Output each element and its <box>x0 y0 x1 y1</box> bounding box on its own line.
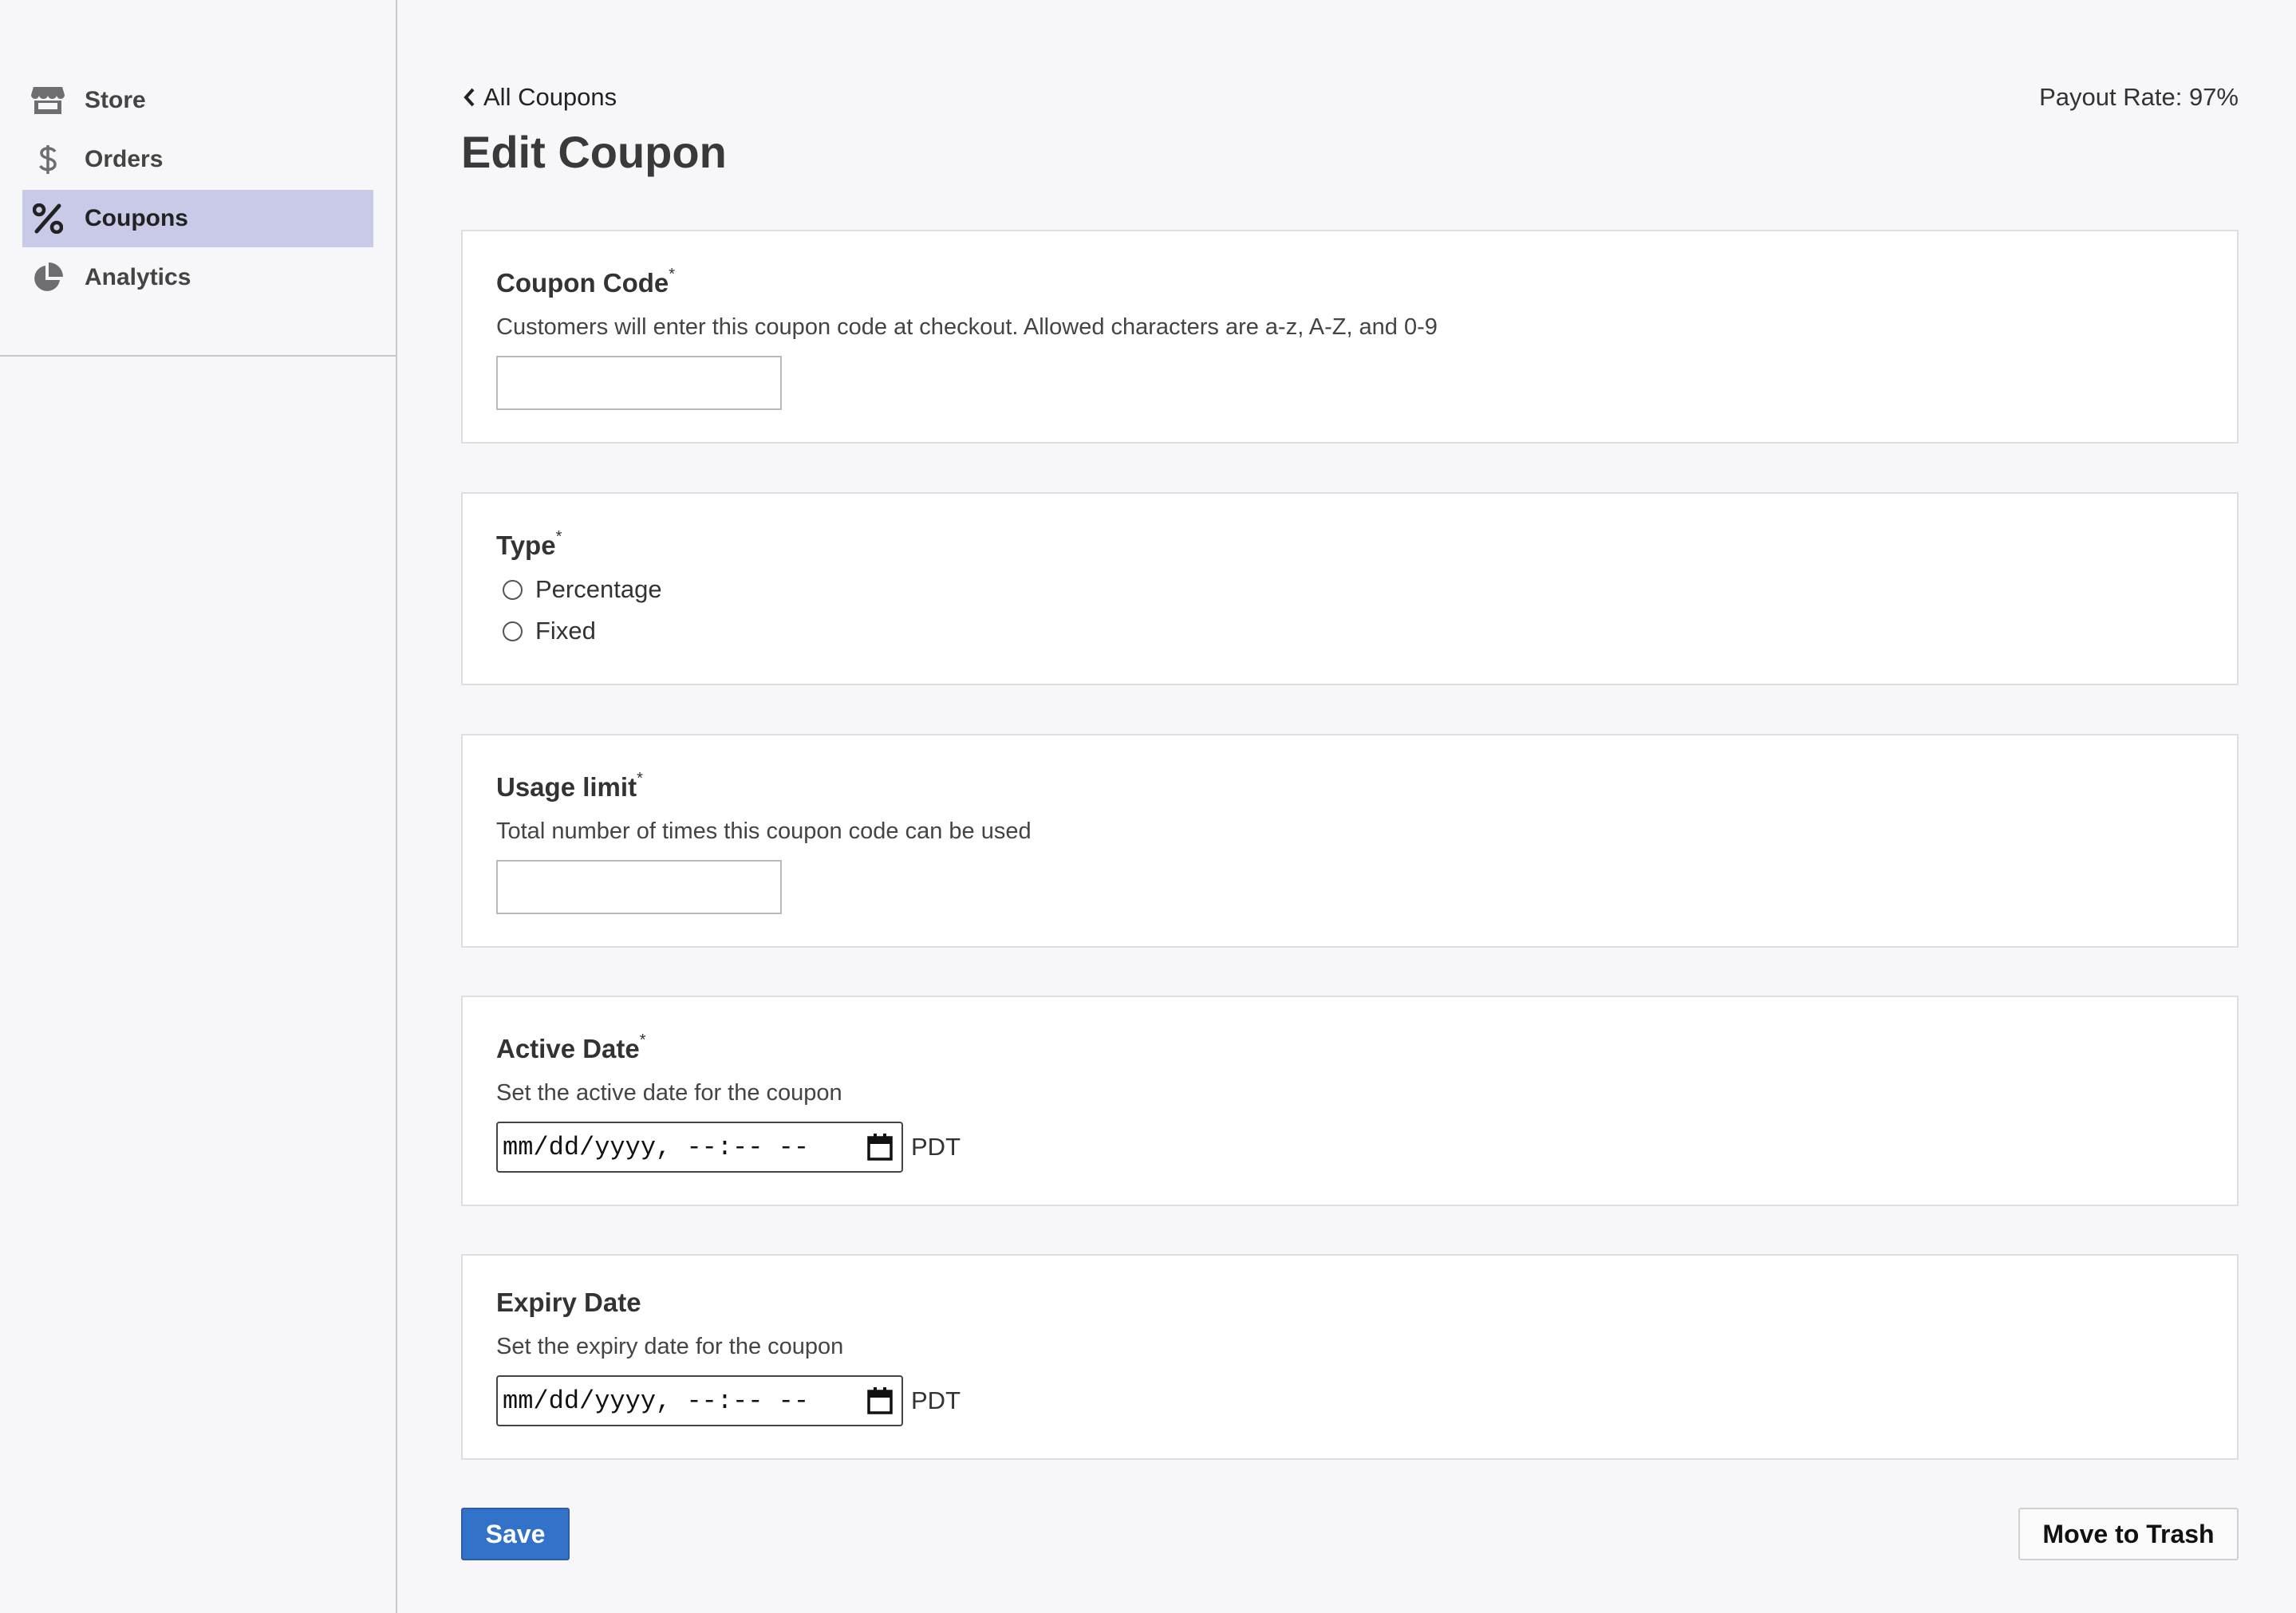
sidebar-item-label: Orders <box>85 146 164 172</box>
usage-limit-label: Usage limit* <box>496 770 643 802</box>
app-root: Store Orders Coupons Analytics All Coupo… <box>0 0 2296 1613</box>
active-date-description: Set the active date for the coupon <box>496 1080 842 1106</box>
expiry-date-card: Expiry Date Set the expiry date for the … <box>461 1254 2239 1460</box>
coupon-code-description: Customers will enter this coupon code at… <box>496 314 1438 340</box>
coupon-code-card: Coupon Code* Customers will enter this c… <box>461 230 2239 444</box>
move-to-trash-button[interactable]: Move to Trash <box>2018 1508 2239 1560</box>
required-marker: * <box>637 770 643 787</box>
usage-limit-description: Total number of times this coupon code c… <box>496 818 1032 844</box>
sidebar-item-label: Store <box>85 87 146 113</box>
back-link-label: All Coupons <box>483 83 617 111</box>
radio-percentage[interactable]: Percentage <box>503 575 662 604</box>
usage-limit-card: Usage limit* Total number of times this … <box>461 734 2239 948</box>
required-marker: * <box>555 528 562 546</box>
coupon-code-input[interactable] <box>496 356 782 410</box>
timezone-label: PDT <box>911 1133 961 1161</box>
payout-rate: Payout Rate: 97% <box>2039 83 2239 111</box>
calendar-icon[interactable] <box>866 1133 894 1161</box>
dollar-icon <box>30 142 65 177</box>
date-placeholder: mm/dd/yyyy, --:-- -- <box>503 1386 810 1416</box>
page-title: Edit Coupon <box>461 127 727 177</box>
date-placeholder: mm/dd/yyyy, --:-- -- <box>503 1132 810 1162</box>
usage-limit-input[interactable] <box>496 860 782 914</box>
chevron-left-icon <box>464 88 475 107</box>
radio-fixed[interactable]: Fixed <box>503 617 596 645</box>
back-link-all-coupons[interactable]: All Coupons <box>461 83 617 112</box>
required-marker: * <box>669 266 676 283</box>
sidebar-item-label: Analytics <box>85 264 191 290</box>
sidebar-divider <box>0 355 396 357</box>
save-button[interactable]: Save <box>461 1508 570 1560</box>
radio-button[interactable] <box>503 579 523 600</box>
active-date-input[interactable]: mm/dd/yyyy, --:-- -- <box>496 1122 903 1173</box>
radio-label: Fixed <box>535 617 596 645</box>
active-date-card: Active Date* Set the active date for the… <box>461 996 2239 1206</box>
radio-button[interactable] <box>503 621 523 641</box>
sidebar-item-store[interactable]: Store <box>22 72 373 129</box>
store-icon <box>30 83 65 118</box>
pie-chart-icon <box>30 260 65 295</box>
type-label: Type* <box>496 528 562 560</box>
type-card: Type* Percentage Fixed <box>461 492 2239 685</box>
required-marker: * <box>639 1031 646 1049</box>
radio-label: Percentage <box>535 575 662 603</box>
active-date-label: Active Date* <box>496 1031 646 1063</box>
sidebar: Store Orders Coupons Analytics <box>0 0 397 1613</box>
coupon-code-label: Coupon Code* <box>496 266 676 298</box>
expiry-date-field: mm/dd/yyyy, --:-- -- PDT <box>496 1375 961 1426</box>
sidebar-item-orders[interactable]: Orders <box>22 131 373 188</box>
sidebar-item-coupons[interactable]: Coupons <box>22 190 373 247</box>
sidebar-nav: Store Orders Coupons Analytics <box>22 72 373 308</box>
sidebar-item-label: Coupons <box>85 205 188 231</box>
timezone-label: PDT <box>911 1386 961 1414</box>
percent-icon <box>30 201 65 236</box>
sidebar-item-analytics[interactable]: Analytics <box>22 249 373 306</box>
expiry-date-input[interactable]: mm/dd/yyyy, --:-- -- <box>496 1375 903 1426</box>
calendar-icon[interactable] <box>866 1386 894 1415</box>
active-date-field: mm/dd/yyyy, --:-- -- PDT <box>496 1122 961 1173</box>
expiry-date-description: Set the expiry date for the coupon <box>496 1334 844 1359</box>
expiry-date-label: Expiry Date <box>496 1288 641 1317</box>
